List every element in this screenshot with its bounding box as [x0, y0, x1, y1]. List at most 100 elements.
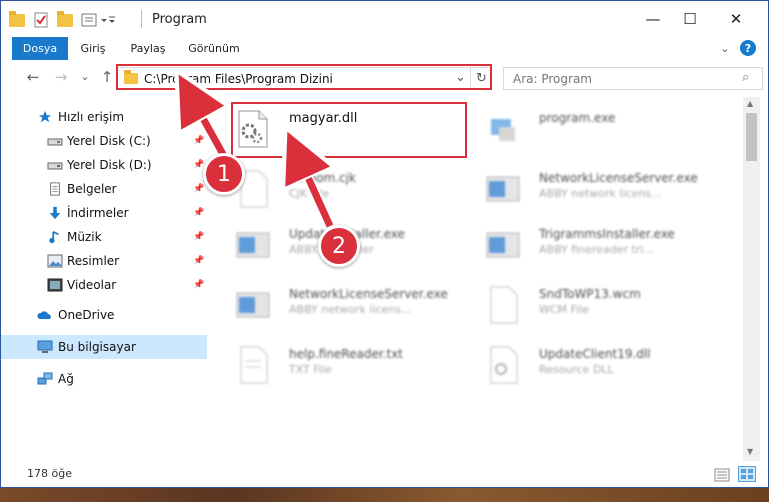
drive-icon — [47, 162, 63, 170]
pin-icon[interactable]: 📌 — [193, 232, 204, 242]
exe-file-icon — [236, 232, 270, 258]
file-type: ABBY network licens... — [539, 187, 662, 200]
cloud-icon — [37, 311, 51, 319]
tab-home[interactable]: Giriş — [73, 37, 113, 60]
details-view-icon[interactable] — [714, 467, 730, 486]
maximize-button[interactable]: ☐ — [667, 1, 713, 37]
item-count: 178 öğe — [27, 467, 72, 480]
vertical-scrollbar[interactable]: ▲ ▼ — [743, 97, 760, 461]
sidebar-item-label: OneDrive — [58, 308, 115, 322]
file-name: help.fineReader.txt — [289, 347, 403, 361]
search-icon[interactable]: ⌕ — [742, 70, 749, 85]
close-button[interactable]: ✕ — [713, 1, 759, 37]
step-2-badge: 2 — [318, 225, 360, 267]
file-item-cjk[interactable]: fioraom.cjk CJK File — [235, 165, 475, 217]
pin-icon[interactable]: 📌 — [193, 184, 204, 194]
sidebar-item-label: Videolar — [67, 278, 117, 292]
file-item-network-license-server-2[interactable]: NetworkLicenseServer.exe ABBY network li… — [235, 281, 475, 333]
dll-file-icon — [490, 346, 518, 384]
sidebar-item-local-disk-c[interactable]: Yerel Disk (C:) 📌 — [1, 129, 207, 153]
file-item-sndtowp-wcm[interactable]: SndToWP13.wcm WCM File — [485, 281, 725, 333]
sidebar-item-label: Belgeler — [67, 182, 117, 196]
search-box[interactable]: Ara: Program ⌕ — [503, 67, 763, 90]
customize-toolbar-icon[interactable] — [81, 10, 117, 30]
pin-icon[interactable]: 📌 — [193, 280, 204, 290]
sidebar-item-network[interactable]: Ağ — [1, 367, 207, 391]
pin-icon[interactable]: 📌 — [193, 208, 204, 218]
file-item-help-txt[interactable]: help.fineReader.txt TXT File — [235, 341, 475, 393]
file-item-update-client-dll[interactable]: UpdateClient19.dll Resource DLL — [485, 341, 725, 393]
tab-view[interactable]: Görünüm — [183, 37, 245, 60]
network-icon — [37, 372, 53, 385]
new-folder-icon[interactable] — [57, 10, 73, 30]
download-icon — [49, 206, 61, 220]
pictures-icon — [47, 254, 63, 268]
file-item-program-exe[interactable]: program.exe — [485, 105, 725, 157]
pin-icon[interactable]: 📌 — [193, 256, 204, 266]
properties-icon[interactable] — [33, 10, 49, 30]
text-file-icon — [240, 346, 268, 384]
documents-icon — [50, 182, 60, 196]
up-button[interactable]: ↑ — [97, 68, 117, 86]
exe-file-icon — [236, 292, 270, 318]
file-name: NetworkLicenseServer.exe — [289, 287, 448, 301]
sidebar-item-onedrive[interactable]: OneDrive — [1, 303, 207, 327]
sidebar-item-downloads[interactable]: İndirmeler 📌 — [1, 201, 207, 225]
sidebar-item-videos[interactable]: Videolar 📌 — [1, 273, 207, 297]
scroll-down-arrow[interactable]: ▼ — [747, 447, 753, 456]
scroll-thumb[interactable] — [746, 113, 757, 161]
exe-file-icon — [491, 119, 515, 141]
back-button[interactable]: ← — [23, 68, 43, 86]
sidebar-item-label: Müzik — [67, 230, 102, 244]
file-name: fioraom.cjk — [289, 171, 356, 185]
pin-icon[interactable]: 📌 — [193, 136, 204, 146]
file-type: WCM File — [539, 303, 589, 316]
sidebar-item-local-disk-d[interactable]: Yerel Disk (D:) 📌 — [1, 153, 207, 177]
sidebar-item-label: Bu bilgisayar — [58, 340, 136, 354]
sidebar-item-music[interactable]: Müzik 📌 — [1, 225, 207, 249]
file-item-trigramms-installer[interactable]: TrigrammsInstaller.exe ABBY finereader t… — [485, 221, 725, 273]
scroll-up-arrow[interactable]: ▲ — [747, 99, 753, 108]
ribbon-tabs: Dosya Giriş Paylaş Görünüm ⌄ ? — [1, 37, 768, 60]
tab-share[interactable]: Paylaş — [123, 37, 173, 60]
folder-icon — [9, 10, 25, 30]
file-name: NetworkLicenseServer.exe — [539, 171, 698, 185]
step-1-badge: 1 — [203, 153, 245, 195]
sidebar-item-label: Resimler — [67, 254, 120, 268]
generic-file-icon — [490, 286, 518, 324]
large-icons-view-icon[interactable] — [738, 466, 756, 486]
recent-locations-button[interactable]: ⌄ — [75, 70, 95, 83]
forward-button[interactable]: → — [51, 68, 71, 86]
exe-file-icon — [486, 176, 520, 202]
navigation-pane: Hızlı erişim Yerel Disk (C:) 📌 Yerel Dis… — [1, 97, 207, 461]
file-type: Resource DLL — [539, 363, 614, 376]
search-input[interactable]: Ara: Program — [513, 72, 592, 86]
window-title: Program — [152, 12, 207, 27]
file-name: SndToWP13.wcm — [539, 287, 641, 301]
sidebar-item-label: Yerel Disk (D:) — [67, 158, 152, 172]
sidebar-item-label: İndirmeler — [67, 206, 129, 220]
file-name: program.exe — [539, 111, 616, 125]
status-bar: 178 öğe — [1, 461, 768, 487]
music-icon — [49, 230, 59, 244]
ribbon-expand-icon[interactable]: ⌄ — [715, 37, 735, 60]
exe-file-icon — [486, 232, 520, 258]
sidebar-item-label: Hızlı erişim — [58, 110, 125, 124]
sidebar-item-documents[interactable]: Belgeler 📌 — [1, 177, 207, 201]
tab-file[interactable]: Dosya — [12, 37, 68, 60]
title-separator — [141, 10, 142, 28]
file-item-network-license-server[interactable]: NetworkLicenseServer.exe ABBY network li… — [485, 165, 725, 217]
file-highlight — [231, 102, 467, 158]
title-bar: Program — ☐ ✕ — [1, 1, 768, 37]
sidebar-item-quick-access[interactable]: Hızlı erişim — [1, 105, 207, 129]
help-icon[interactable]: ? — [740, 40, 756, 56]
sidebar-item-this-pc[interactable]: Bu bilgisayar — [1, 335, 207, 359]
file-type: ABBY finereader tri... — [539, 243, 654, 256]
sidebar-item-label: Yerel Disk (C:) — [67, 134, 151, 148]
sidebar-item-pictures[interactable]: Resimler 📌 — [1, 249, 207, 273]
drive-icon — [47, 138, 63, 146]
file-name: UpdateClient19.dll — [539, 347, 651, 361]
star-icon — [38, 110, 52, 123]
computer-icon — [37, 340, 53, 353]
videos-icon — [47, 278, 63, 292]
